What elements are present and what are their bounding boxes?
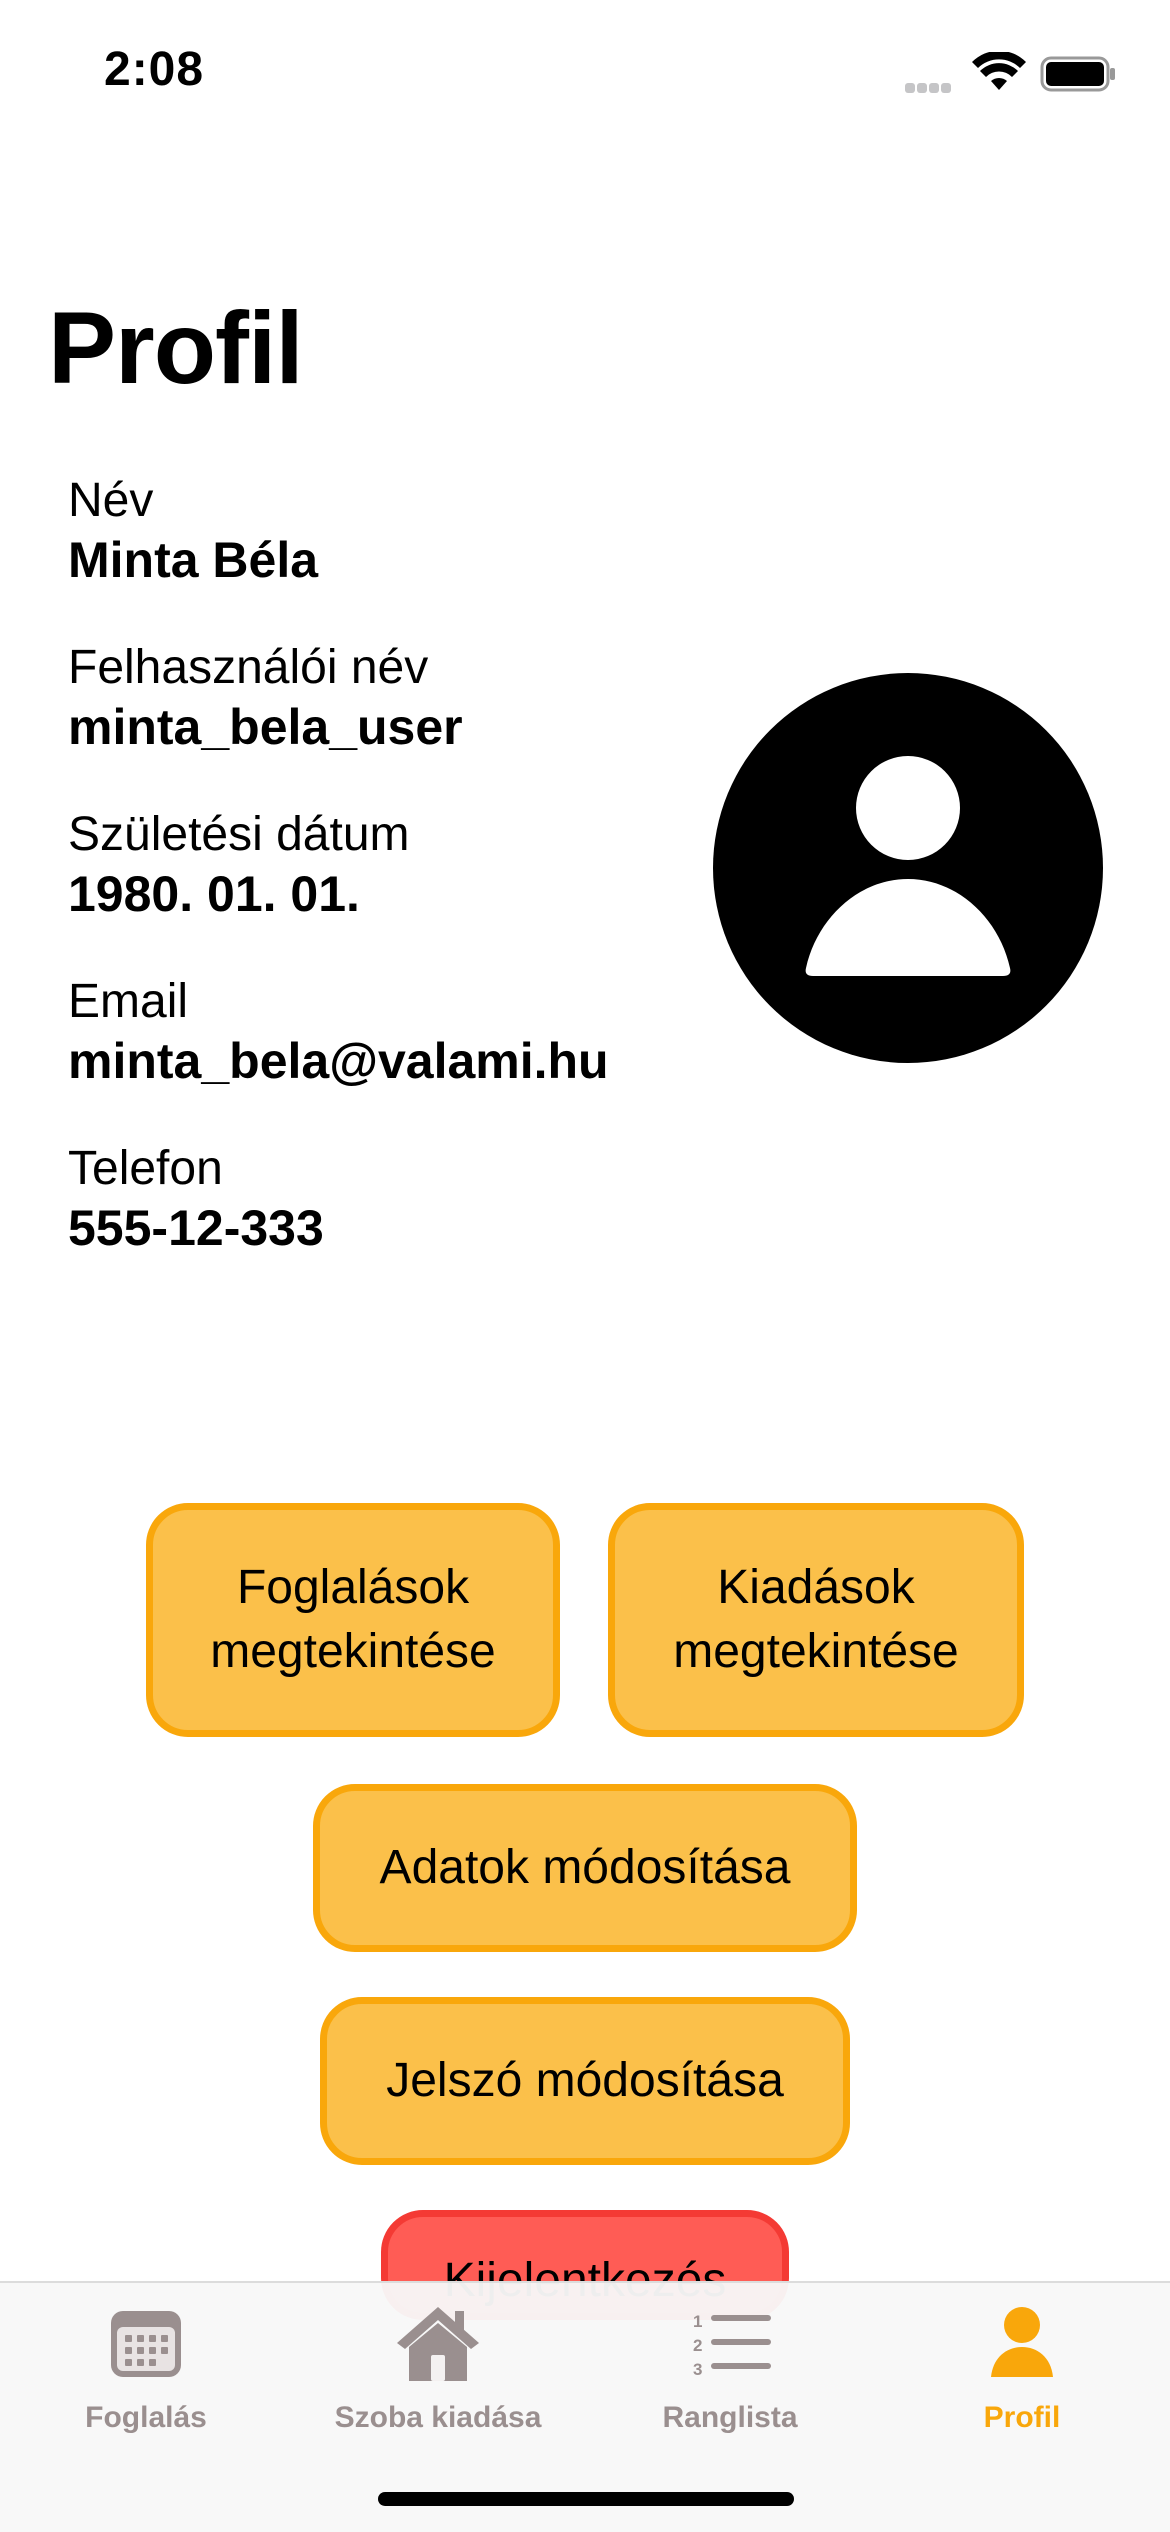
tab-profile[interactable]: Profil <box>876 2303 1168 2443</box>
wifi-icon <box>972 52 1026 90</box>
cellular-signal-icon <box>905 80 959 93</box>
house-icon <box>397 2307 479 2381</box>
view-rentals-button[interactable]: Kiadások megtekintése <box>608 1503 1024 1737</box>
name-field: Név Minta Béla <box>68 472 318 590</box>
field-label: Telefon <box>68 1142 223 1195</box>
field-value: 555-12-333 <box>68 1200 324 1256</box>
field-label: Születési dátum <box>68 808 410 861</box>
calendar-icon <box>111 2311 181 2377</box>
field-label: Email <box>68 975 189 1028</box>
svg-text:3: 3 <box>693 2360 702 2379</box>
avatar <box>713 673 1103 1063</box>
home-indicator[interactable] <box>378 2492 794 2506</box>
field-label: Felhasználói név <box>68 641 429 694</box>
tab-label: Ranglista <box>662 2401 798 2434</box>
status-time: 2:08 <box>104 43 205 96</box>
tab-room-rental[interactable]: Szoba kiadása <box>292 2303 584 2443</box>
field-label: Név <box>68 474 154 527</box>
tab-ranking[interactable]: 1 2 3 Ranglista <box>584 2303 876 2443</box>
edit-data-button[interactable]: Adatok módosítása <box>313 1784 857 1952</box>
battery-icon <box>1040 56 1115 92</box>
page-title: Profil <box>48 291 304 405</box>
field-value: 1980. 01. 01. <box>68 866 360 922</box>
field-value: minta_bela_user <box>68 699 463 755</box>
person-icon <box>991 2307 1053 2377</box>
profile-screen: 2:08 Profil Név Minta Béla Felhasználói … <box>0 0 1170 2532</box>
username-field: Felhasználói név minta_bela_user <box>68 639 463 757</box>
email-field: Email minta_bela@valami.hu <box>68 973 609 1091</box>
change-password-button[interactable]: Jelszó módosítása <box>320 1997 850 2165</box>
field-value: Minta Béla <box>68 532 319 588</box>
tab-label: Szoba kiadása <box>334 2401 542 2434</box>
phone-field: Telefon 555-12-333 <box>68 1140 324 1258</box>
numbered-list-icon: 1 2 3 <box>693 2312 771 2379</box>
tab-label: Foglalás <box>85 2401 207 2434</box>
tab-booking[interactable]: Foglalás <box>0 2303 292 2443</box>
tab-label: Profil <box>983 2401 1061 2434</box>
field-value: minta_bela@valami.hu <box>68 1033 609 1089</box>
birthdate-field: Születési dátum 1980. 01. 01. <box>68 806 410 924</box>
view-bookings-button[interactable]: Foglalások megtekintése <box>146 1503 560 1737</box>
svg-text:1: 1 <box>693 2312 702 2331</box>
svg-text:2: 2 <box>693 2336 702 2355</box>
